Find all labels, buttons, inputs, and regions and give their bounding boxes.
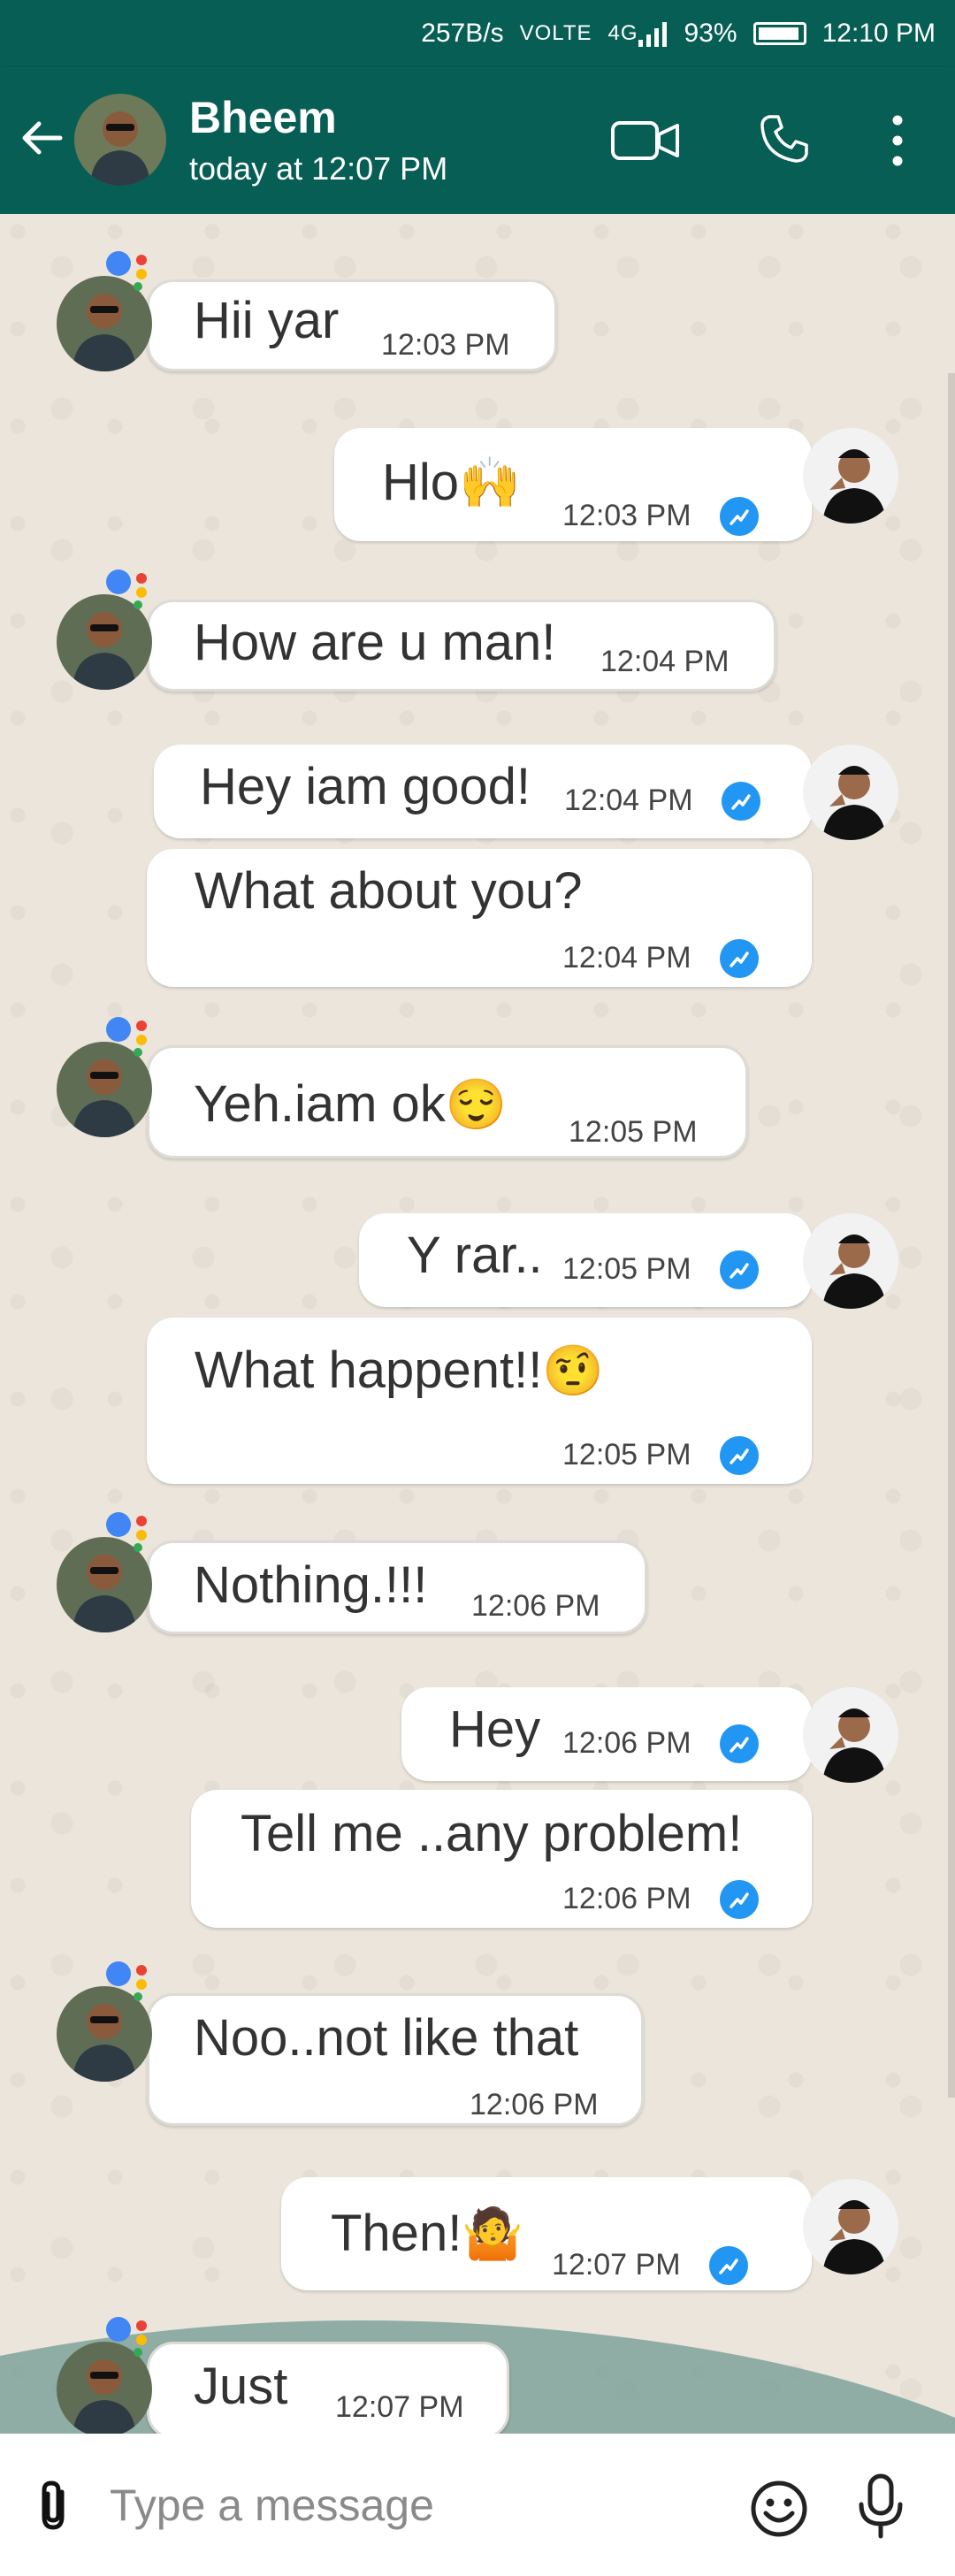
emoji: 😌 [445,1076,508,1132]
outgoing-message[interactable]: Tell me ..any problem! 12:06 PM [191,1790,812,1928]
own-avatar[interactable] [803,428,898,524]
emoji-icon[interactable] [750,2480,808,2538]
own-avatar[interactable] [803,745,898,840]
message-composer [0,2434,955,2576]
message-text: Just [194,2358,288,2415]
outgoing-message[interactable]: Y rar.. 12:05 PM [359,1213,812,1307]
message-time: 12:06 PM [562,1726,691,1760]
outgoing-message[interactable]: Then!🤷 12:07 PM [281,2177,812,2290]
assistant-dots-icon [101,2312,154,2365]
read-receipt-icon [720,497,759,536]
emoji: 🙌 [459,455,521,510]
incoming-message[interactable]: Yeh.iam ok😌 12:05 PM [147,1045,748,1158]
signal-icon [638,22,667,47]
read-receipt-icon [720,1436,759,1475]
more-vertical-icon[interactable] [884,113,911,168]
message-text: Hey [449,1701,541,1758]
incoming-message[interactable]: Nothing.!!! 12:06 PM [147,1540,647,1634]
assistant-dots-icon [101,1012,154,1065]
message-text: Hlo🙌 [382,454,521,511]
message-text: Y rar.. [407,1227,543,1284]
assistant-dots-icon [101,1956,154,2009]
message-text: What happent!!🤨 [195,1342,605,1399]
last-seen-status: today at 12:07 PM [189,150,448,187]
outgoing-message[interactable]: What happent!!🤨 12:05 PM [147,1318,812,1484]
back-arrow-icon[interactable] [16,111,69,164]
incoming-message[interactable]: Hii yar 12:03 PM [147,279,557,371]
contact-name[interactable]: Bheem [189,92,337,143]
microphone-icon[interactable] [856,2473,905,2540]
read-receipt-icon [720,939,759,978]
message-time: 12:05 PM [569,1115,698,1149]
incoming-message[interactable]: Noo..not like that 12:06 PM [147,1993,644,2126]
outgoing-message[interactable]: Hlo🙌 12:03 PM [334,428,812,541]
message-time: 12:03 PM [381,328,510,362]
message-text: Then!🤷 [331,2205,524,2262]
read-receipt-icon [720,1250,759,1289]
attach-icon[interactable] [34,2480,76,2533]
scrollbar[interactable] [948,373,955,2098]
lte-label: 4G [607,21,638,45]
assistant-dots-icon [101,246,154,299]
message-time: 12:05 PM [562,1252,691,1286]
message-time: 12:03 PM [562,499,691,532]
message-time: 12:07 PM [552,2248,681,2282]
phone-icon[interactable] [759,113,810,164]
incoming-message[interactable]: How are u man! 12:04 PM [147,600,776,692]
incoming-message[interactable]: Just 12:07 PM [147,2342,509,2434]
read-receipt-icon [720,1724,759,1763]
clock: 12:10 PM [821,19,936,48]
chat-header: Bheem today at 12:07 PM [0,67,955,214]
message-text: What about you? [195,862,583,920]
volte-label: VOLTE [519,21,592,45]
message-input[interactable] [108,2471,713,2540]
message-text: How are u man! [194,614,556,671]
assistant-dots-icon [101,564,154,617]
read-receipt-icon [720,1880,759,1919]
message-text: Yeh.iam ok😌 [194,1075,508,1133]
outgoing-message[interactable]: Hey 12:06 PM [401,1687,812,1781]
message-time: 12:04 PM [564,784,693,817]
message-text: Noo..not like that [194,2009,579,2067]
message-time: 12:04 PM [600,645,730,678]
outgoing-message[interactable]: Hey iam good! 12:04 PM [154,745,812,838]
outgoing-message[interactable]: What about you? 12:04 PM [147,849,812,987]
message-time: 12:07 PM [335,2390,464,2424]
message-time: 12:06 PM [470,2088,599,2121]
read-receipt-icon [722,782,760,821]
battery-icon [753,22,806,45]
message-time: 12:04 PM [562,941,691,975]
message-text: Nothing.!!! [194,1556,428,1614]
video-call-icon[interactable] [610,118,681,163]
assistant-dots-icon [101,1507,154,1560]
own-avatar[interactable] [803,1687,898,1783]
own-avatar[interactable] [803,2179,898,2274]
emoji: 🤨 [542,1342,605,1398]
chat-area[interactable]: Hii yar 12:03 PM Hlo🙌 12:03 PM How are u m… [0,214,955,2434]
message-text: Hii yar [194,292,340,349]
network-speed: 257B/s [421,19,504,48]
message-time: 12:06 PM [471,1589,600,1623]
contact-avatar[interactable] [74,94,166,186]
status-bar: 257B/s VOLTE 4G 93% 12:10 PM [0,0,955,67]
own-avatar[interactable] [803,1213,898,1309]
read-receipt-icon [709,2246,748,2285]
message-text: Hey iam good! [200,758,531,815]
message-time: 12:06 PM [562,1882,691,1915]
message-text: Tell me ..any problem! [241,1805,743,1862]
message-time: 12:05 PM [562,1438,691,1471]
emoji: 🤷 [462,2205,524,2261]
battery-percent: 93% [684,19,737,48]
